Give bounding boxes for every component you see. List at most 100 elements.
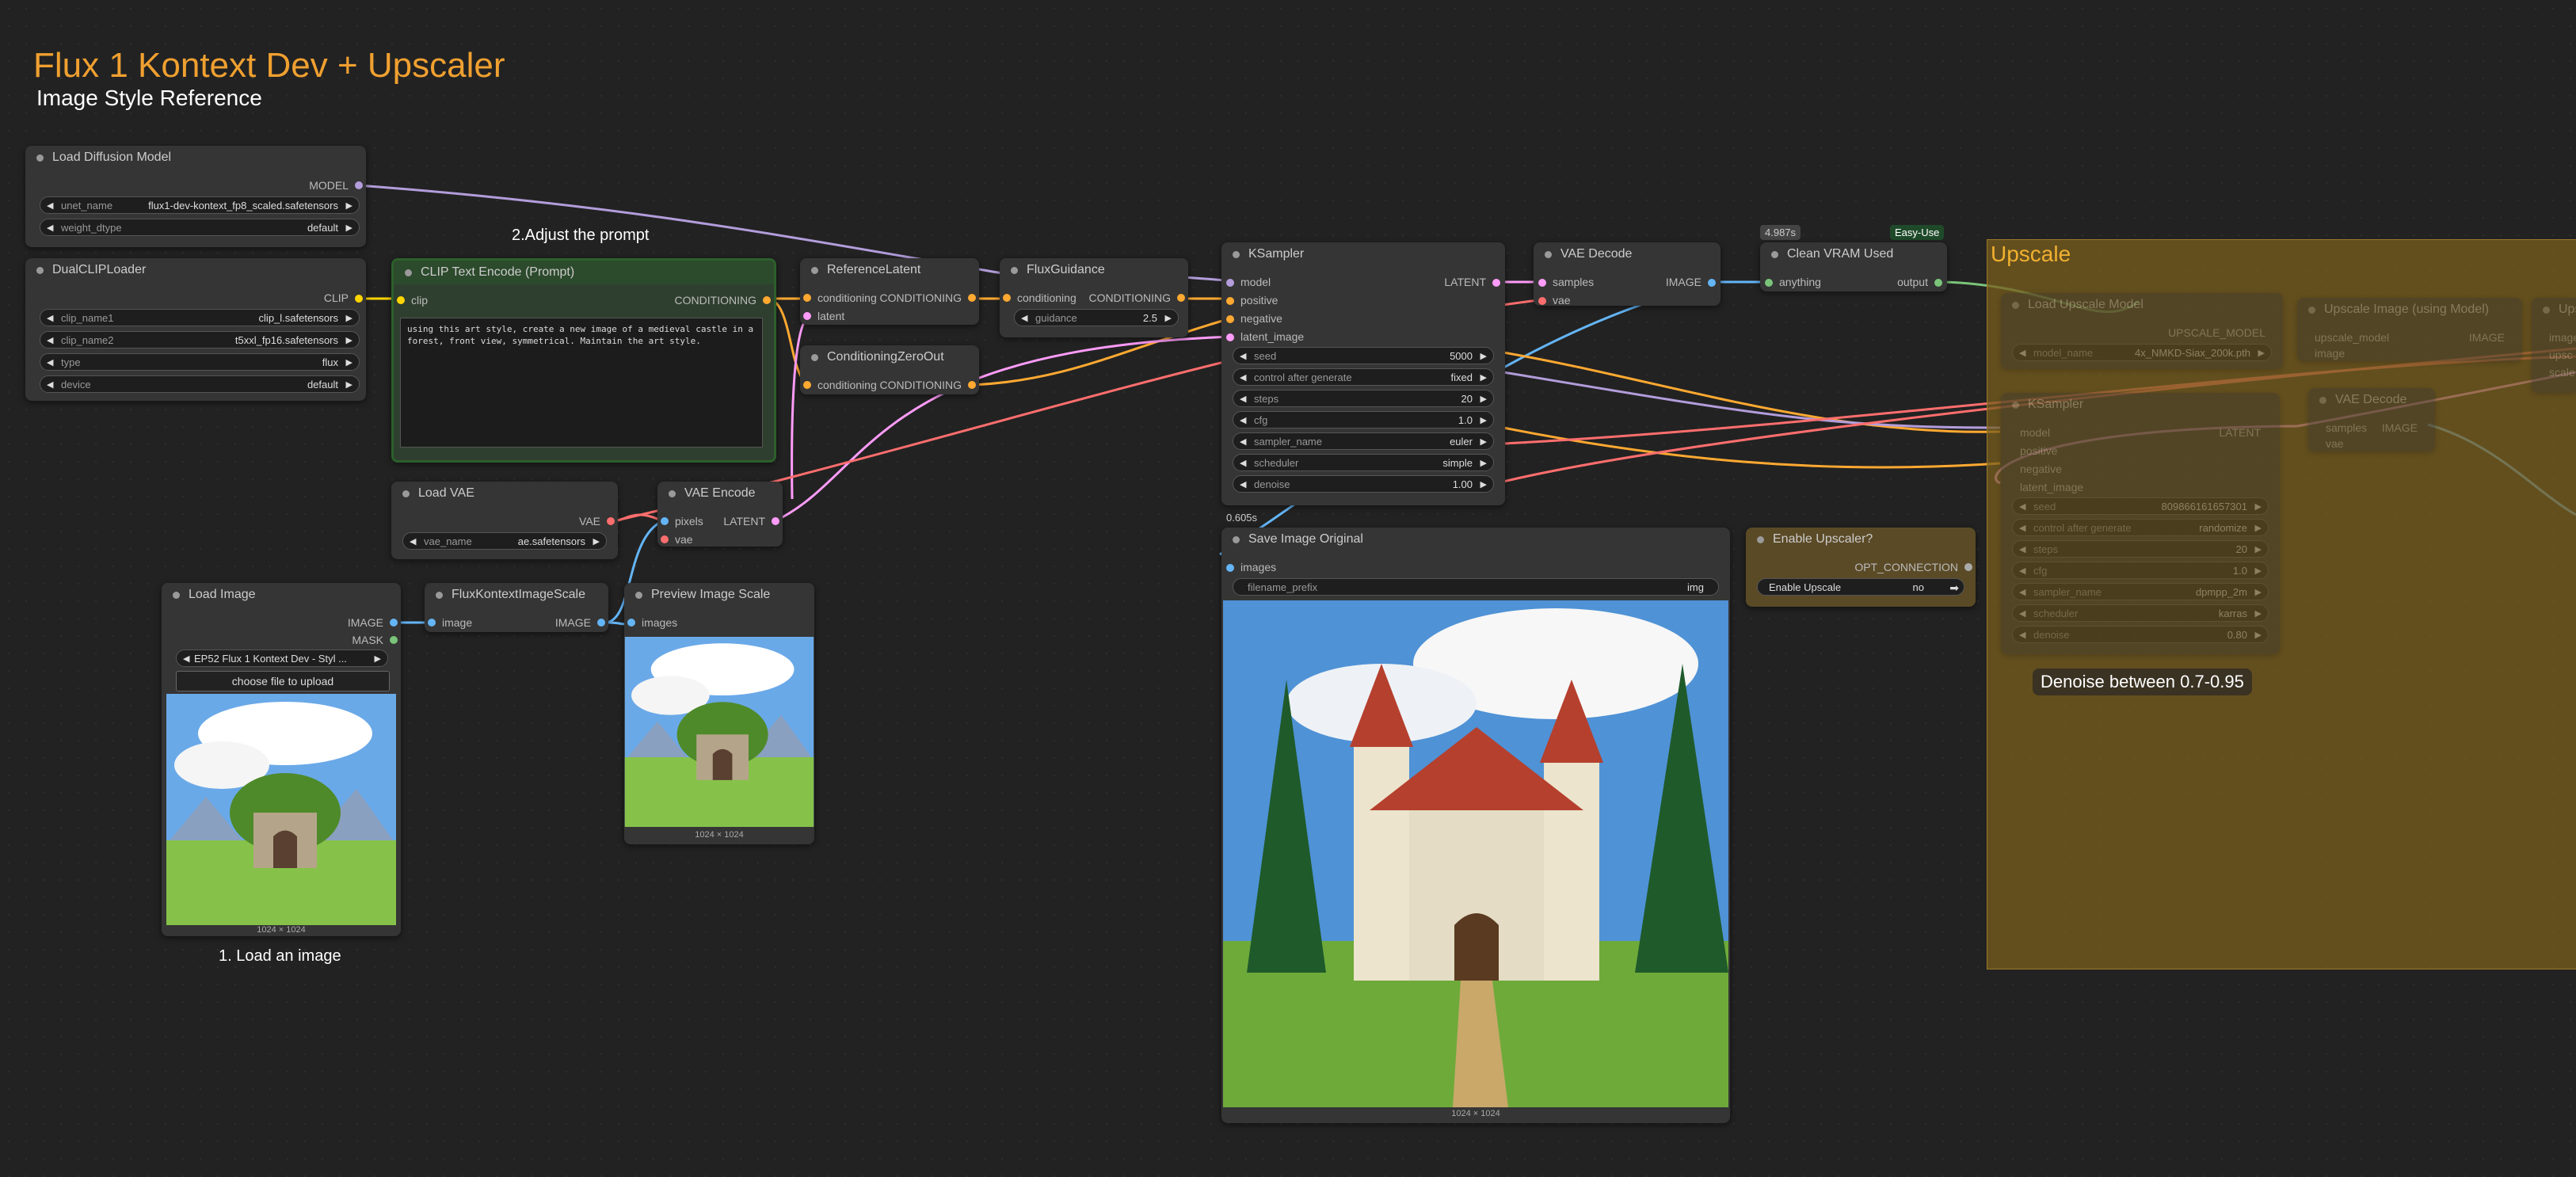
node-vae-decode-upscale[interactable]: VAE Decode samples vae IMAGE [2308, 388, 2435, 451]
input-conditioning-socket[interactable] [803, 294, 811, 302]
output-conditioning-socket[interactable] [763, 296, 771, 304]
image-combo[interactable]: ◀ EP52 Flux 1 Kontext Dev - Styl ... ▶ [176, 649, 388, 667]
clip-name2-combo[interactable]: ◀ clip_name2 t5xxl_fp16.safetensors ▶ [40, 331, 360, 349]
input-latent-label: latent [817, 310, 845, 322]
prompt-textarea[interactable]: using this art style, create a new image… [400, 318, 763, 448]
unet-name-combo[interactable]: ◀ unet_name flux1-dev-kontext_fp8_scaled.s… [40, 196, 360, 214]
input-latent-socket[interactable] [803, 312, 811, 320]
output-image-socket[interactable] [390, 619, 398, 627]
input-conditioning-label: conditioning [1017, 291, 1077, 304]
input-positive-socket[interactable] [1226, 297, 1234, 305]
output-latent-socket[interactable] [1492, 279, 1500, 287]
output-conditioning-socket[interactable] [968, 294, 976, 302]
input-anything-socket[interactable] [1765, 279, 1773, 287]
node-load-image[interactable]: Load Image IMAGE MASK ◀ EP52 Flux 1 Konte… [162, 583, 401, 936]
input-image-preview [166, 694, 396, 925]
scheduler-widget[interactable]: ◀ scheduler karras ▶ [2012, 604, 2269, 622]
node-load-vae[interactable]: Load VAE VAE ◀ vae_name ae.safetensors ▶ [391, 482, 618, 559]
node-load-upscale-model[interactable]: Load Upscale Model UPSCALE_MODEL ◀ model_… [2001, 293, 2283, 369]
denoise-widget[interactable]: ◀ denoise 1.00 ▶ [1233, 475, 1494, 493]
node-ksampler-upscale[interactable]: KSampler model positive negative latent_… [2001, 393, 2280, 654]
output-clip-socket[interactable] [355, 295, 363, 303]
sampler-name-widget[interactable]: ◀ sampler_name euler ▶ [1233, 432, 1494, 450]
input-vae-socket[interactable] [1538, 297, 1546, 305]
node-title: Upscale Image (using Model) [2297, 298, 2522, 322]
input-anything-label: anything [1779, 276, 1821, 288]
vae-name-combo[interactable]: ◀ vae_name ae.safetensors ▶ [402, 532, 607, 550]
input-conditioning-socket[interactable] [803, 381, 811, 389]
node-vae-decode[interactable]: VAE Decode samples vae IMAGE [1534, 242, 1721, 307]
clip-name1-combo[interactable]: ◀ clip_name1 clip_l.safetensors ▶ [40, 309, 360, 326]
output-size-caption: 1024 × 1024 [1451, 1109, 1500, 1118]
cfg-widget[interactable]: ◀ cfg 1.0 ▶ [1233, 411, 1494, 429]
input-conditioning-socket[interactable] [1003, 294, 1011, 302]
node-flux-guidance[interactable]: FluxGuidance conditioning CONDITIONING ◀… [1000, 258, 1188, 337]
output-latent: LATENT [723, 515, 765, 528]
output-image-socket[interactable] [1708, 279, 1716, 287]
enable-upscale-toggle[interactable]: Enable Upscale no ➡ [1757, 578, 1964, 596]
input-clip-socket[interactable] [397, 296, 405, 304]
node-upscale-more[interactable]: Upsc image upsc scale [2532, 298, 2576, 393]
output-conditioning-socket[interactable] [1177, 294, 1185, 302]
output-image: IMAGE [1665, 276, 1701, 288]
input-model-socket[interactable] [1226, 279, 1234, 287]
output-mask-socket[interactable] [390, 636, 398, 644]
output-vae-socket[interactable] [607, 517, 615, 525]
node-title: VAE Decode [1534, 242, 1721, 266]
guidance-number[interactable]: ◀ guidance 2.5 ▶ [1014, 309, 1179, 326]
seed-widget[interactable]: ◀ seed 809866161657301 ▶ [2012, 497, 2269, 515]
steps-widget[interactable]: ◀ steps 20 ▶ [2012, 540, 2269, 558]
type-combo[interactable]: ◀ type flux ▶ [40, 353, 360, 371]
input-negative-socket[interactable] [1226, 315, 1234, 323]
output-socket[interactable] [1934, 279, 1942, 287]
input-pixels-socket[interactable] [661, 517, 669, 525]
sampler-name-widget[interactable]: ◀ sampler_name dpmpp_2m ▶ [2012, 583, 2269, 600]
node-clip-text-encode[interactable]: CLIP Text Encode (Prompt) clip CONDITION… [391, 258, 776, 463]
output-conditioning-socket[interactable] [968, 381, 976, 389]
output-image-socket[interactable] [597, 619, 605, 627]
node-title: Load Upscale Model [2001, 293, 2283, 317]
input-latent-image-socket[interactable] [1226, 333, 1234, 341]
node-conditioning-zero-out[interactable]: ConditioningZeroOut conditioning CONDITI… [800, 345, 979, 394]
input-image-socket[interactable] [428, 619, 436, 627]
preview-image [624, 637, 814, 827]
node-preview-image-scale[interactable]: Preview Image Scale images 1024 × 1024 [624, 583, 814, 844]
steps-widget[interactable]: ◀ steps 20 ▶ [1233, 390, 1494, 407]
input-image-label: image [2549, 331, 2576, 344]
model-name-combo[interactable]: ◀ model_name 4x_NMKD-Siax_200k.pth ▶ [2012, 344, 2272, 361]
input-conditioning-label: conditioning [817, 291, 877, 304]
input-images-label: images [642, 616, 678, 629]
choose-file-button[interactable]: choose file to upload [176, 671, 390, 691]
device-combo[interactable]: ◀ device default ▶ [40, 375, 360, 393]
filename-prefix-field[interactable]: filename_prefix img [1233, 578, 1719, 596]
node-dualcliploader[interactable]: DualCLIPLoader CLIP ◀ clip_name1 clip_l.sa… [25, 258, 366, 401]
node-clean-vram[interactable]: Clean VRAM Used anything output [1760, 242, 1947, 291]
seed-widget[interactable]: ◀ seed 5000 ▶ [1233, 347, 1494, 364]
output-model-socket[interactable] [355, 181, 363, 189]
output-opt-connection-socket[interactable] [1964, 563, 1972, 571]
input-upsc-label: upsc [2549, 349, 2573, 361]
input-samples-socket[interactable] [1538, 279, 1546, 287]
input-images-socket[interactable] [1226, 564, 1234, 572]
weight-dtype-combo[interactable]: ◀ weight_dtype default ▶ [40, 219, 360, 236]
node-ksampler[interactable]: KSampler model positive negative latent_… [1221, 242, 1505, 505]
node-load-diffusion-model[interactable]: Load Diffusion Model MODEL ◀ unet_name flu… [25, 146, 366, 247]
node-vae-encode[interactable]: VAE Encode pixels vae LATENT [657, 482, 783, 547]
cfg-widget[interactable]: ◀ cfg 1.0 ▶ [2012, 562, 2269, 579]
denoise-widget[interactable]: ◀ denoise 0.80 ▶ [2012, 626, 2269, 643]
node-save-image-original[interactable]: Save Image Original images filename_pref… [1221, 528, 1730, 1123]
input-negative-label: negative [2020, 463, 2062, 475]
node-title: Enable Upscaler? [1746, 528, 1976, 551]
node-enable-upscaler[interactable]: Enable Upscaler? OPT_CONNECTION Enable U… [1746, 528, 1976, 607]
page-subtitle: Image Style Reference [36, 86, 262, 110]
control-after-generate-widget[interactable]: ◀ control after generate fixed ▶ [1233, 368, 1494, 386]
input-images-socket[interactable] [627, 619, 635, 627]
note-denoise: Denoise between 0.7-0.95 [2033, 668, 2252, 695]
scheduler-widget[interactable]: ◀ scheduler simple ▶ [1233, 454, 1494, 471]
node-flux-kontext-image-scale[interactable]: FluxKontextImageScale image IMAGE [425, 583, 608, 632]
output-latent-socket[interactable] [772, 517, 779, 525]
input-vae-socket[interactable] [661, 535, 669, 543]
node-reference-latent[interactable]: ReferenceLatent conditioning latent COND… [800, 258, 979, 325]
control-after-generate-widget[interactable]: ◀ control after generate randomize ▶ [2012, 519, 2269, 536]
node-upscale-image-using-model[interactable]: Upscale Image (using Model) upscale_mode… [2297, 298, 2522, 361]
